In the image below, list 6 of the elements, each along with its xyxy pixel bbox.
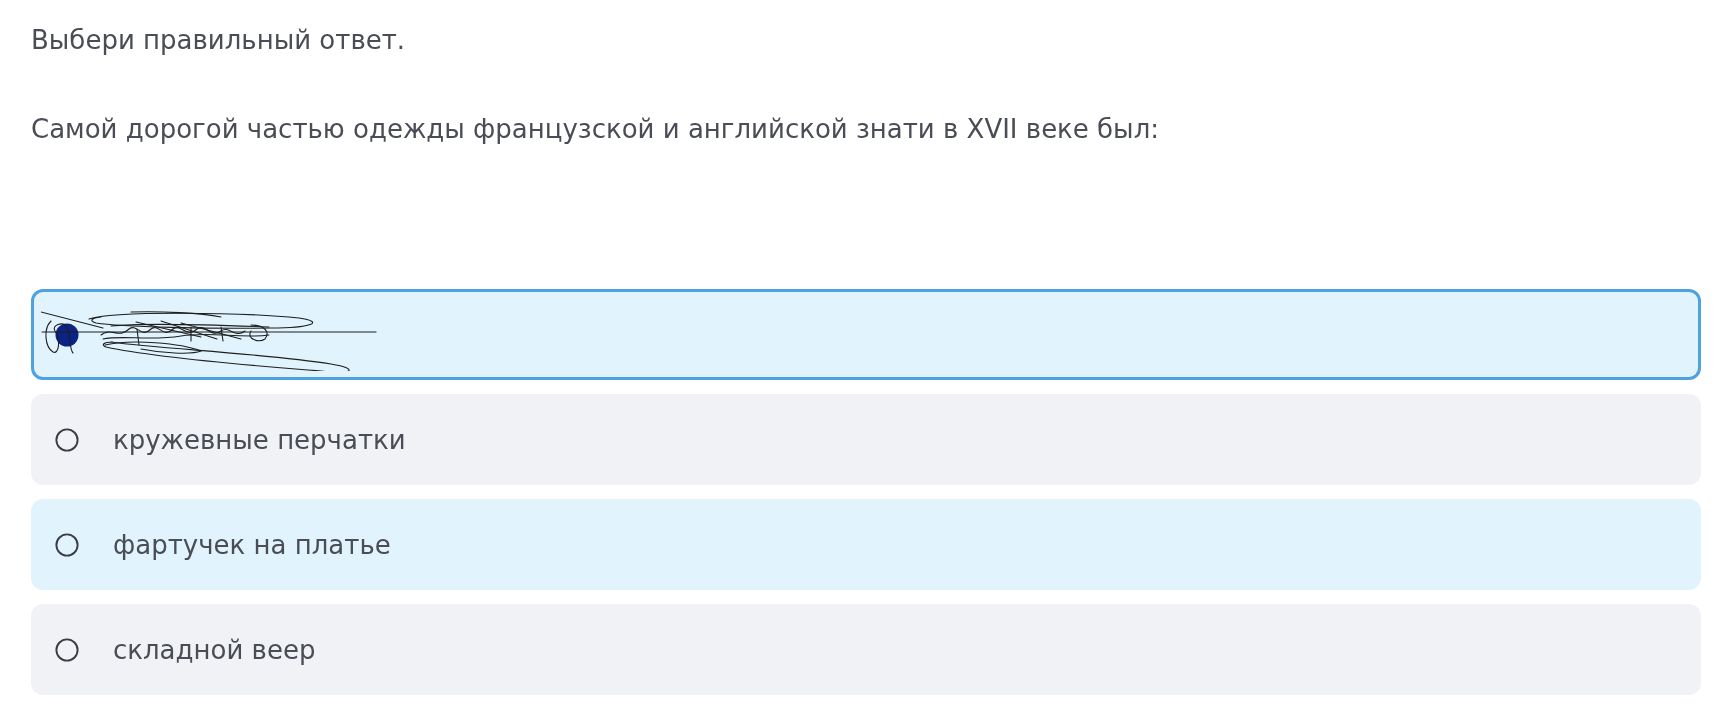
answer-option[interactable]: складной веер — [31, 604, 1701, 695]
instruction-text: Выбери правильный ответ. — [31, 24, 407, 56]
answer-option[interactable]: кружевные перчатки — [31, 394, 1701, 485]
answer-option[interactable] — [31, 289, 1701, 380]
question-text: Самой дорогой частью одежды французской и английской знати в XVII веке был: — [31, 113, 1161, 145]
answer-option[interactable]: фартучек на платье — [31, 499, 1701, 590]
